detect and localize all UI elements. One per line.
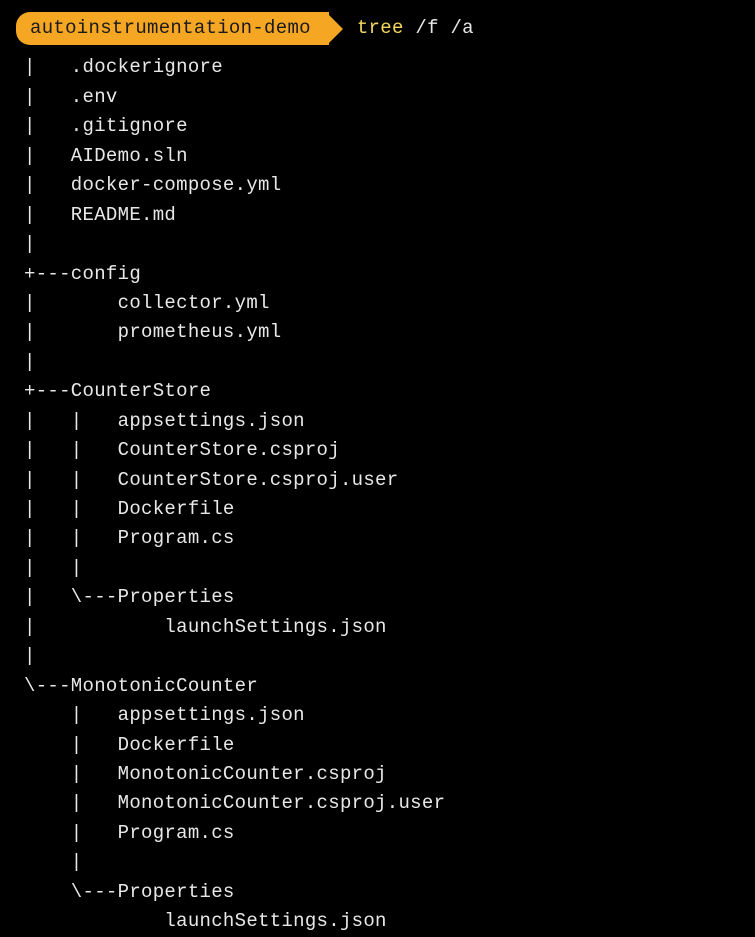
tree-line: | | CounterStore.csproj xyxy=(24,436,739,465)
prompt-arrow-icon xyxy=(329,15,343,43)
prompt-cwd-badge: autoinstrumentation-demo xyxy=(16,12,329,45)
tree-line: | README.md xyxy=(24,201,739,230)
tree-line: | Program.cs xyxy=(24,819,739,848)
tree-line: | xyxy=(24,848,739,877)
prompt-line: autoinstrumentation-demo tree /f /a xyxy=(16,12,739,45)
tree-line: | .env xyxy=(24,83,739,112)
tree-line: | prometheus.yml xyxy=(24,318,739,347)
tree-line: | .dockerignore xyxy=(24,53,739,82)
tree-line: | xyxy=(24,348,739,377)
tree-line: +---CounterStore xyxy=(24,377,739,406)
tree-line: launchSettings.json xyxy=(24,907,739,936)
tree-line: | AIDemo.sln xyxy=(24,142,739,171)
tree-line: | .gitignore xyxy=(24,112,739,141)
command-name: tree xyxy=(357,14,404,43)
tree-line: | collector.yml xyxy=(24,289,739,318)
tree-line: +---config xyxy=(24,260,739,289)
tree-line: | | appsettings.json xyxy=(24,407,739,436)
command-args: /f /a xyxy=(415,14,474,43)
tree-line: | appsettings.json xyxy=(24,701,739,730)
tree-line: | launchSettings.json xyxy=(24,613,739,642)
tree-line: | MonotonicCounter.csproj xyxy=(24,760,739,789)
tree-line: | | Program.cs xyxy=(24,524,739,553)
tree-line: | | CounterStore.csproj.user xyxy=(24,466,739,495)
tree-output: | .dockerignore| .env| .gitignore| AIDem… xyxy=(16,53,739,936)
tree-line: \---MonotonicCounter xyxy=(24,672,739,701)
tree-line: | \---Properties xyxy=(24,583,739,612)
tree-line: | | Dockerfile xyxy=(24,495,739,524)
tree-line: | MonotonicCounter.csproj.user xyxy=(24,789,739,818)
tree-line: | docker-compose.yml xyxy=(24,171,739,200)
tree-line: | | xyxy=(24,554,739,583)
tree-line: | Dockerfile xyxy=(24,731,739,760)
tree-line: \---Properties xyxy=(24,878,739,907)
tree-line: | xyxy=(24,642,739,671)
tree-line: | xyxy=(24,230,739,259)
